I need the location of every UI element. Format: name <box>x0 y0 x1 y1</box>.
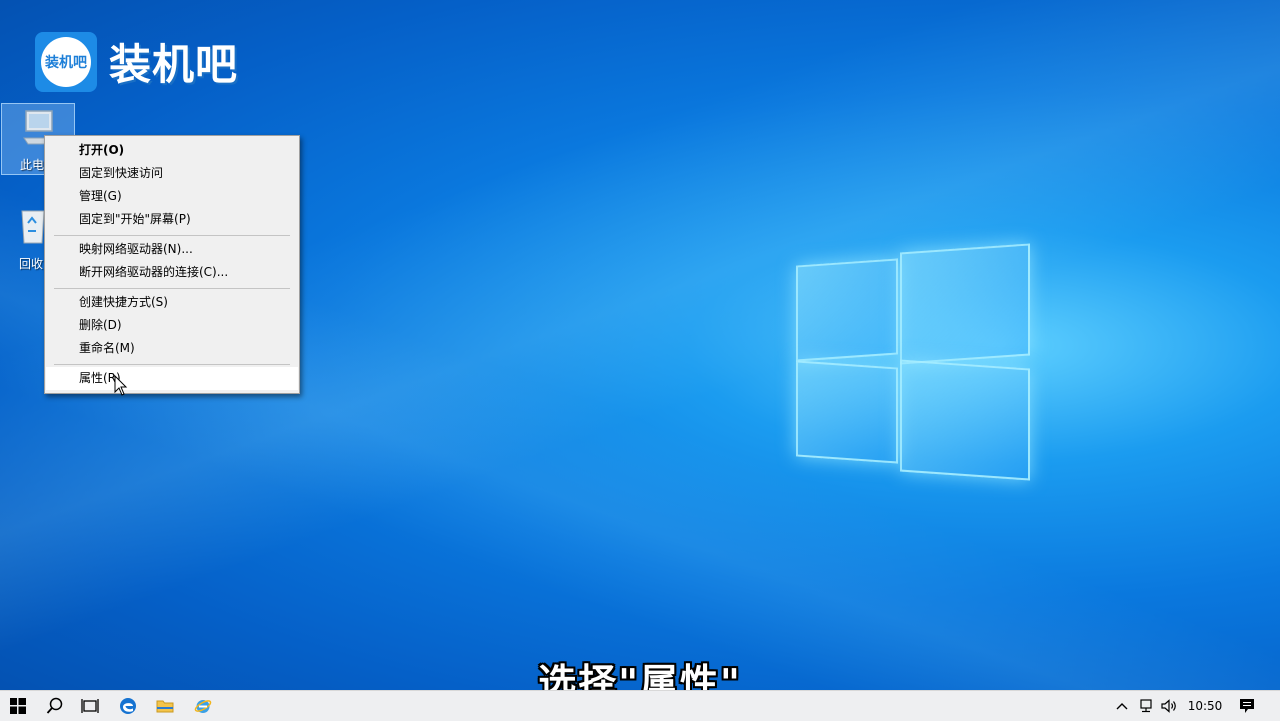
logo-pane <box>796 258 898 362</box>
file-explorer-taskbar-button[interactable] <box>147 691 183 721</box>
menu-item-map-network-drive[interactable]: 映射网络驱动器(N)... <box>46 238 298 261</box>
network-icon <box>1140 699 1152 713</box>
logo-pane <box>796 360 898 464</box>
windows-start-icon <box>10 698 26 714</box>
action-center-button[interactable] <box>1234 691 1260 721</box>
desktop-icon-label: 回收 <box>19 257 44 271</box>
notification-icon <box>1240 699 1254 713</box>
menu-separator <box>54 235 290 236</box>
taskbar: 10:50 <box>0 690 1280 721</box>
brand-watermark: 装机吧 装机吧 <box>35 31 238 92</box>
mouse-cursor-icon <box>114 375 128 396</box>
edge-taskbar-button[interactable] <box>110 691 146 721</box>
menu-item-disconnect-network-drive[interactable]: 断开网络驱动器的连接(C)... <box>46 261 298 284</box>
speaker-icon <box>1161 699 1176 713</box>
internet-explorer-icon <box>194 700 212 713</box>
taskbar-clock[interactable]: 10:50 <box>1184 691 1226 721</box>
menu-item-pin-start[interactable]: 固定到"开始"屏幕(P) <box>46 208 298 231</box>
internet-explorer-taskbar-button[interactable] <box>185 691 221 721</box>
logo-pane <box>900 359 1030 481</box>
volume-tray-button[interactable] <box>1159 691 1181 721</box>
menu-item-manage[interactable]: 管理(G) <box>46 185 298 208</box>
menu-separator <box>54 364 290 365</box>
brand-badge-text: 装机吧 <box>41 36 91 87</box>
task-view-icon <box>81 699 99 713</box>
desktop-icon-label: 此电 <box>20 158 45 172</box>
brand-title: 装机吧 <box>109 40 239 89</box>
file-explorer-icon <box>156 700 174 713</box>
start-button[interactable] <box>0 691 36 721</box>
menu-item-open[interactable]: 打开(O) <box>46 139 298 162</box>
menu-item-rename[interactable]: 重命名(M) <box>46 337 298 360</box>
search-icon <box>46 697 63 714</box>
wallpaper-windows-logo <box>790 240 1035 485</box>
context-menu: 打开(O) 固定到快速访问 管理(G) 固定到"开始"屏幕(P) 映射网络驱动器… <box>44 135 300 394</box>
menu-item-delete[interactable]: 删除(D) <box>46 314 298 337</box>
network-tray-button[interactable] <box>1135 691 1157 721</box>
search-button[interactable] <box>37 691 73 721</box>
menu-separator <box>54 288 290 289</box>
menu-item-create-shortcut[interactable]: 创建快捷方式(S) <box>46 291 298 314</box>
edge-icon <box>120 698 136 714</box>
task-view-button[interactable] <box>72 691 108 721</box>
brand-logo-icon: 装机吧 <box>35 31 97 92</box>
menu-item-pin-quick-access[interactable]: 固定到快速访问 <box>46 162 298 185</box>
menu-item-properties[interactable]: 属性(R) <box>46 367 298 390</box>
chevron-up-icon <box>1116 703 1128 710</box>
logo-pane <box>900 243 1030 365</box>
tray-overflow-button[interactable] <box>1112 691 1132 721</box>
